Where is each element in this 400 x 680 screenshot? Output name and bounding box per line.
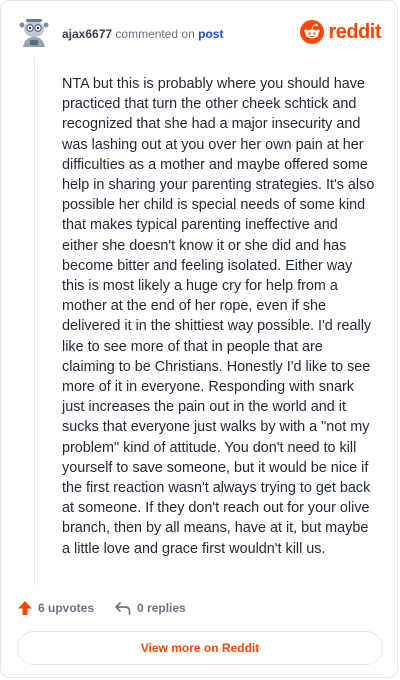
post-link[interactable]: post (198, 27, 223, 41)
user-avatar-icon[interactable] (17, 15, 51, 49)
comment-footer: 6 upvotes 0 replies (17, 597, 186, 619)
comment-header: ajax6677 commented on post reddit (17, 15, 381, 55)
comment-body: NTA but this is probably where you shoul… (62, 76, 375, 557)
upvote-arrow-icon (18, 601, 32, 615)
reply-button[interactable]: 0 replies (114, 600, 186, 616)
reddit-brand[interactable]: reddit (300, 19, 381, 45)
author-username[interactable]: ajax6677 (62, 27, 112, 41)
reddit-snoo-icon (300, 20, 325, 44)
upvote-count: 6 upvotes (38, 601, 95, 615)
comment-card: ajax6677 commented on post reddit NTA bu… (0, 0, 398, 678)
reply-arrow-icon (115, 602, 131, 615)
upvote-button[interactable]: 6 upvotes (17, 600, 94, 616)
reddit-wordmark: reddit (328, 20, 381, 43)
view-more-button[interactable]: View more on Reddit (17, 631, 383, 665)
action-text: commented on (115, 27, 195, 41)
comment-meta: ajax6677 commented on post (62, 27, 223, 41)
reply-count: 0 replies (137, 601, 186, 615)
thread-line (34, 57, 35, 585)
